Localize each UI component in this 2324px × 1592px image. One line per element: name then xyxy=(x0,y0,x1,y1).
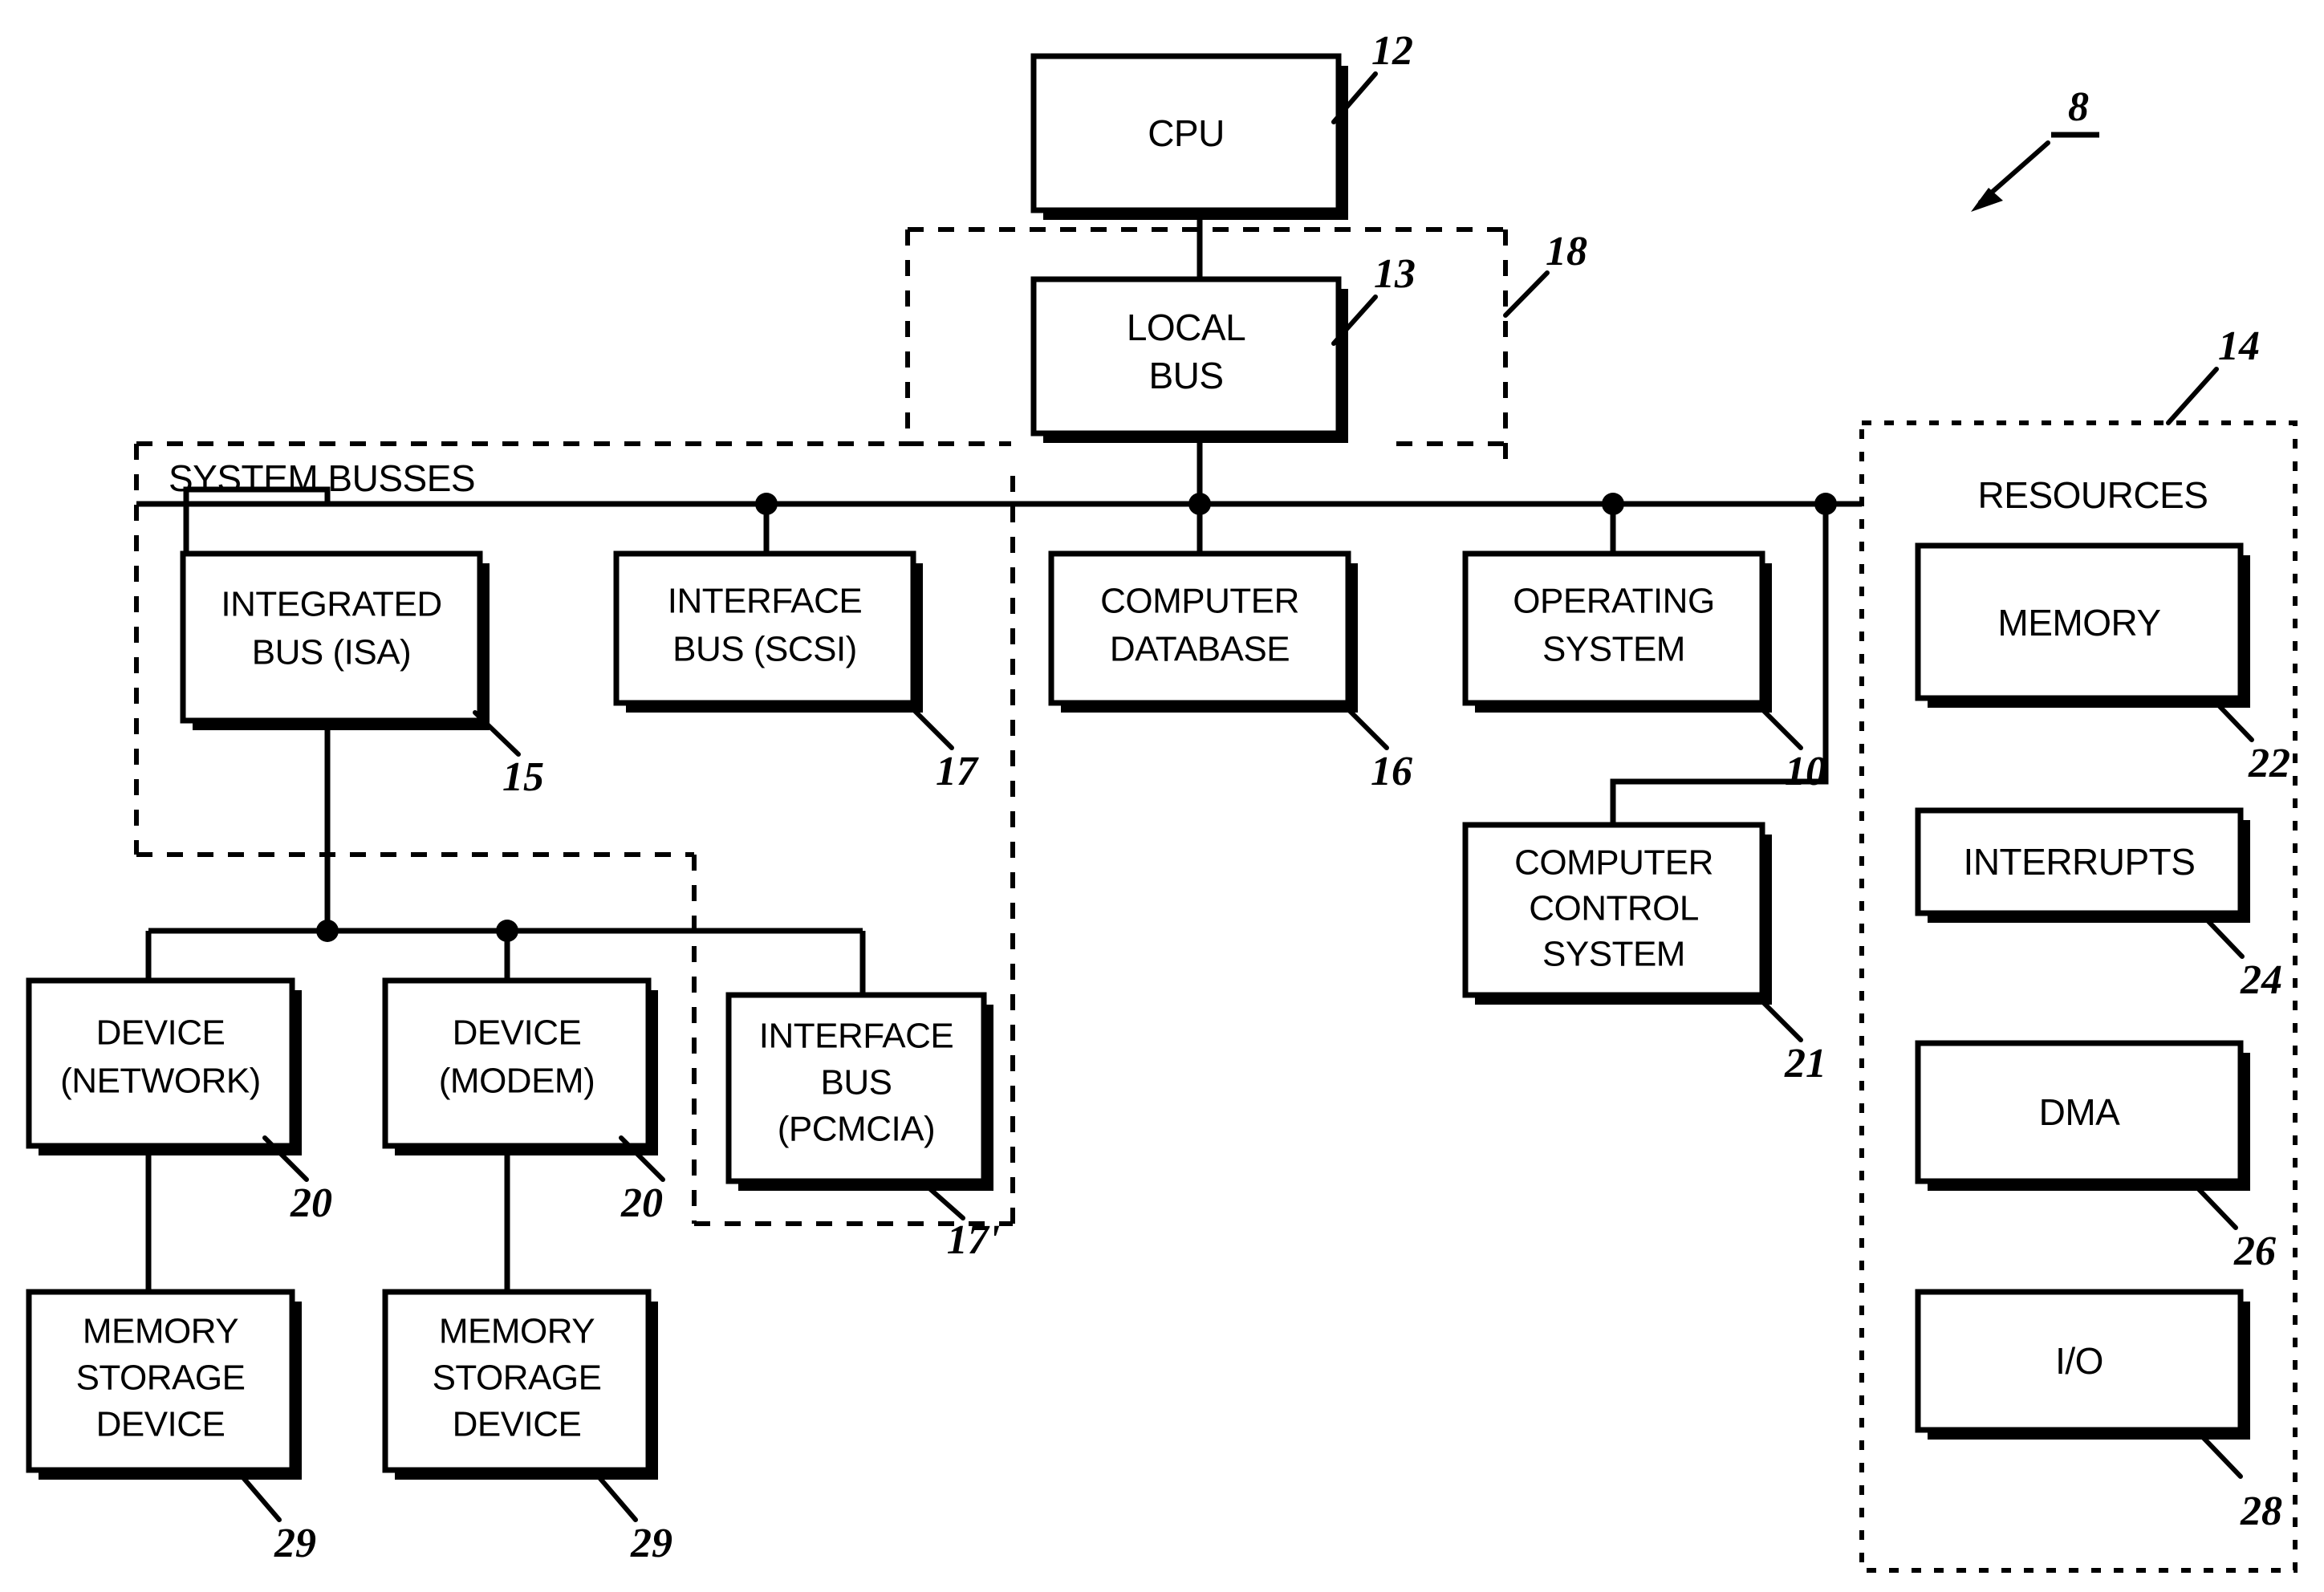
block-integrated-bus-isa-label-1: BUS (ISA) xyxy=(252,633,411,672)
block-device-modem-label-1: (MODEM) xyxy=(439,1062,595,1101)
block-computer-database-label-1: DATABASE xyxy=(1110,630,1290,669)
block-cpu-label-0: CPU xyxy=(1148,112,1225,154)
block-memory-storage-device-2-label-1: STORAGE xyxy=(433,1358,602,1398)
ref-12-label: 12 xyxy=(1371,28,1413,74)
ref-28: 28 xyxy=(2200,1434,2282,1534)
block-local-bus-label-1: BUS xyxy=(1148,355,1223,396)
block-memory-storage-device-2-label-2: DEVICE xyxy=(453,1405,582,1444)
block-operating-system-label-1: SYSTEM xyxy=(1542,630,1685,669)
block-memory-storage-device-1-label-1: STORAGE xyxy=(76,1358,246,1398)
ref-22-label: 22 xyxy=(2248,741,2290,786)
system-busses-group-title: SYSTEM BUSSES xyxy=(169,457,475,499)
ref-29-storage-1-label: 29 xyxy=(274,1521,316,1566)
block-interrupts: INTERRUPTS xyxy=(1915,807,2250,923)
block-device-modem-label-0: DEVICE xyxy=(453,1013,582,1053)
block-interface-bus-scsi-label-1: BUS (SCSI) xyxy=(672,630,857,669)
block-integrated-bus-isa-label-0: INTEGRATED xyxy=(221,585,441,624)
block-computer-database-label-0: COMPUTER xyxy=(1100,582,1299,621)
block-interface-bus-pcmcia-label-2: (PCMCIA) xyxy=(778,1110,935,1149)
patent-figure: CPU 12 LOCAL BUS 13 18 SYSTEM BUSSES INT… xyxy=(0,0,2324,1592)
ref-21: 21 xyxy=(1755,994,1826,1086)
figure-ref-8: 8 xyxy=(1971,84,2099,212)
bus-junction-dot xyxy=(755,493,778,515)
resources-group-title: RESOURCES xyxy=(1978,474,2208,516)
ref-14: 14 xyxy=(2166,323,2260,425)
ref-15: 15 xyxy=(473,710,544,800)
figure-ref-8-arrowhead xyxy=(1971,188,2003,212)
block-interrupts-label-0: INTERRUPTS xyxy=(1964,841,2196,883)
bus-junction-dot xyxy=(1188,493,1211,515)
ref-17: 17 xyxy=(906,702,979,794)
block-memory-storage-device-1-label-0: MEMORY xyxy=(83,1312,238,1351)
block-dma-label-0: DMA xyxy=(2039,1091,2121,1133)
ref-29-storage-2-label: 29 xyxy=(630,1521,672,1566)
ref-10-label: 10 xyxy=(1785,749,1826,794)
ref-24-label: 24 xyxy=(2240,957,2282,1003)
block-cpu: CPU xyxy=(1030,53,1348,220)
ref-29-storage-2: 29 xyxy=(595,1472,672,1566)
ref-13-label: 13 xyxy=(1374,251,1416,297)
block-interface-bus-scsi-label-0: INTERFACE xyxy=(668,582,862,621)
block-device-network-label-0: DEVICE xyxy=(96,1013,225,1053)
ref-28-label: 28 xyxy=(2240,1488,2282,1534)
ref-29-storage-1: 29 xyxy=(238,1472,316,1566)
bus-to-integrated-bus-link xyxy=(183,486,331,554)
block-integrated-bus-isa: INTEGRATED BUS (ISA) xyxy=(180,550,490,730)
block-device-network-label-1: (NETWORK) xyxy=(60,1062,261,1101)
block-device-modem: DEVICE (MODEM) xyxy=(382,977,658,1155)
block-local-bus: LOCAL BUS xyxy=(1030,276,1348,443)
bus-junction-dot xyxy=(1814,493,1837,515)
ref-16-label: 16 xyxy=(1371,749,1412,794)
block-computer-control-system: COMPUTER CONTROL SYSTEM xyxy=(1462,822,1772,1005)
block-memory-label-0: MEMORY xyxy=(1997,602,2160,644)
block-memory-storage-device-1-label-2: DEVICE xyxy=(96,1405,225,1444)
block-operating-system-label-0: OPERATING xyxy=(1513,582,1714,621)
ref-26-label: 26 xyxy=(2233,1229,2276,1274)
block-io: I/O xyxy=(1915,1289,2250,1440)
ref-22: 22 xyxy=(2211,697,2290,786)
block-memory-storage-device-1: MEMORY STORAGE DEVICE xyxy=(26,1289,302,1480)
ref-14-label: 14 xyxy=(2218,323,2260,369)
block-local-bus-label-0: LOCAL xyxy=(1127,307,1245,348)
block-io-label-0: I/O xyxy=(2055,1340,2103,1382)
block-memory-storage-device-2-label-0: MEMORY xyxy=(439,1312,595,1351)
figure-ref-8-label: 8 xyxy=(2068,84,2089,130)
block-memory: MEMORY xyxy=(1915,542,2250,708)
block-computer-control-system-label-2: SYSTEM xyxy=(1542,935,1685,974)
block-computer-database: COMPUTER DATABASE xyxy=(1048,550,1358,713)
block-interface-bus-scsi: INTERFACE BUS (SCSI) xyxy=(613,550,923,713)
ref-17-prime: 17' xyxy=(919,1179,1000,1263)
block-dma: DMA xyxy=(1915,1040,2250,1191)
ref-20-modem-label: 20 xyxy=(620,1180,663,1226)
ref-17-prime-label: 17' xyxy=(947,1217,1000,1263)
block-interface-bus-pcmcia-label-0: INTERFACE xyxy=(759,1017,953,1056)
ref-24: 24 xyxy=(2201,914,2282,1003)
device-bus-junction-dot xyxy=(316,920,339,942)
block-device-network: DEVICE (NETWORK) xyxy=(26,977,302,1155)
ref-17-label: 17 xyxy=(936,749,979,794)
figure-canvas: CPU 12 LOCAL BUS 13 18 SYSTEM BUSSES INT… xyxy=(26,28,2298,1573)
ref-21-label: 21 xyxy=(1784,1041,1826,1086)
ref-16: 16 xyxy=(1341,702,1412,794)
block-computer-control-system-label-1: CONTROL xyxy=(1529,889,1699,928)
block-memory-storage-device-2: MEMORY STORAGE DEVICE xyxy=(382,1289,658,1480)
block-computer-control-system-label-0: COMPUTER xyxy=(1514,843,1713,883)
ref-26: 26 xyxy=(2195,1185,2276,1274)
ref-20-network-label: 20 xyxy=(290,1180,332,1226)
ref-18: 18 xyxy=(1503,229,1587,318)
ref-18-label: 18 xyxy=(1546,229,1587,274)
block-interface-bus-pcmcia-label-1: BUS xyxy=(821,1063,892,1103)
block-operating-system: OPERATING SYSTEM xyxy=(1462,550,1772,713)
block-interface-bus-pcmcia: INTERFACE BUS (PCMCIA) xyxy=(725,992,993,1191)
bus-junction-dot xyxy=(1602,493,1624,515)
ref-15-label: 15 xyxy=(502,754,544,800)
